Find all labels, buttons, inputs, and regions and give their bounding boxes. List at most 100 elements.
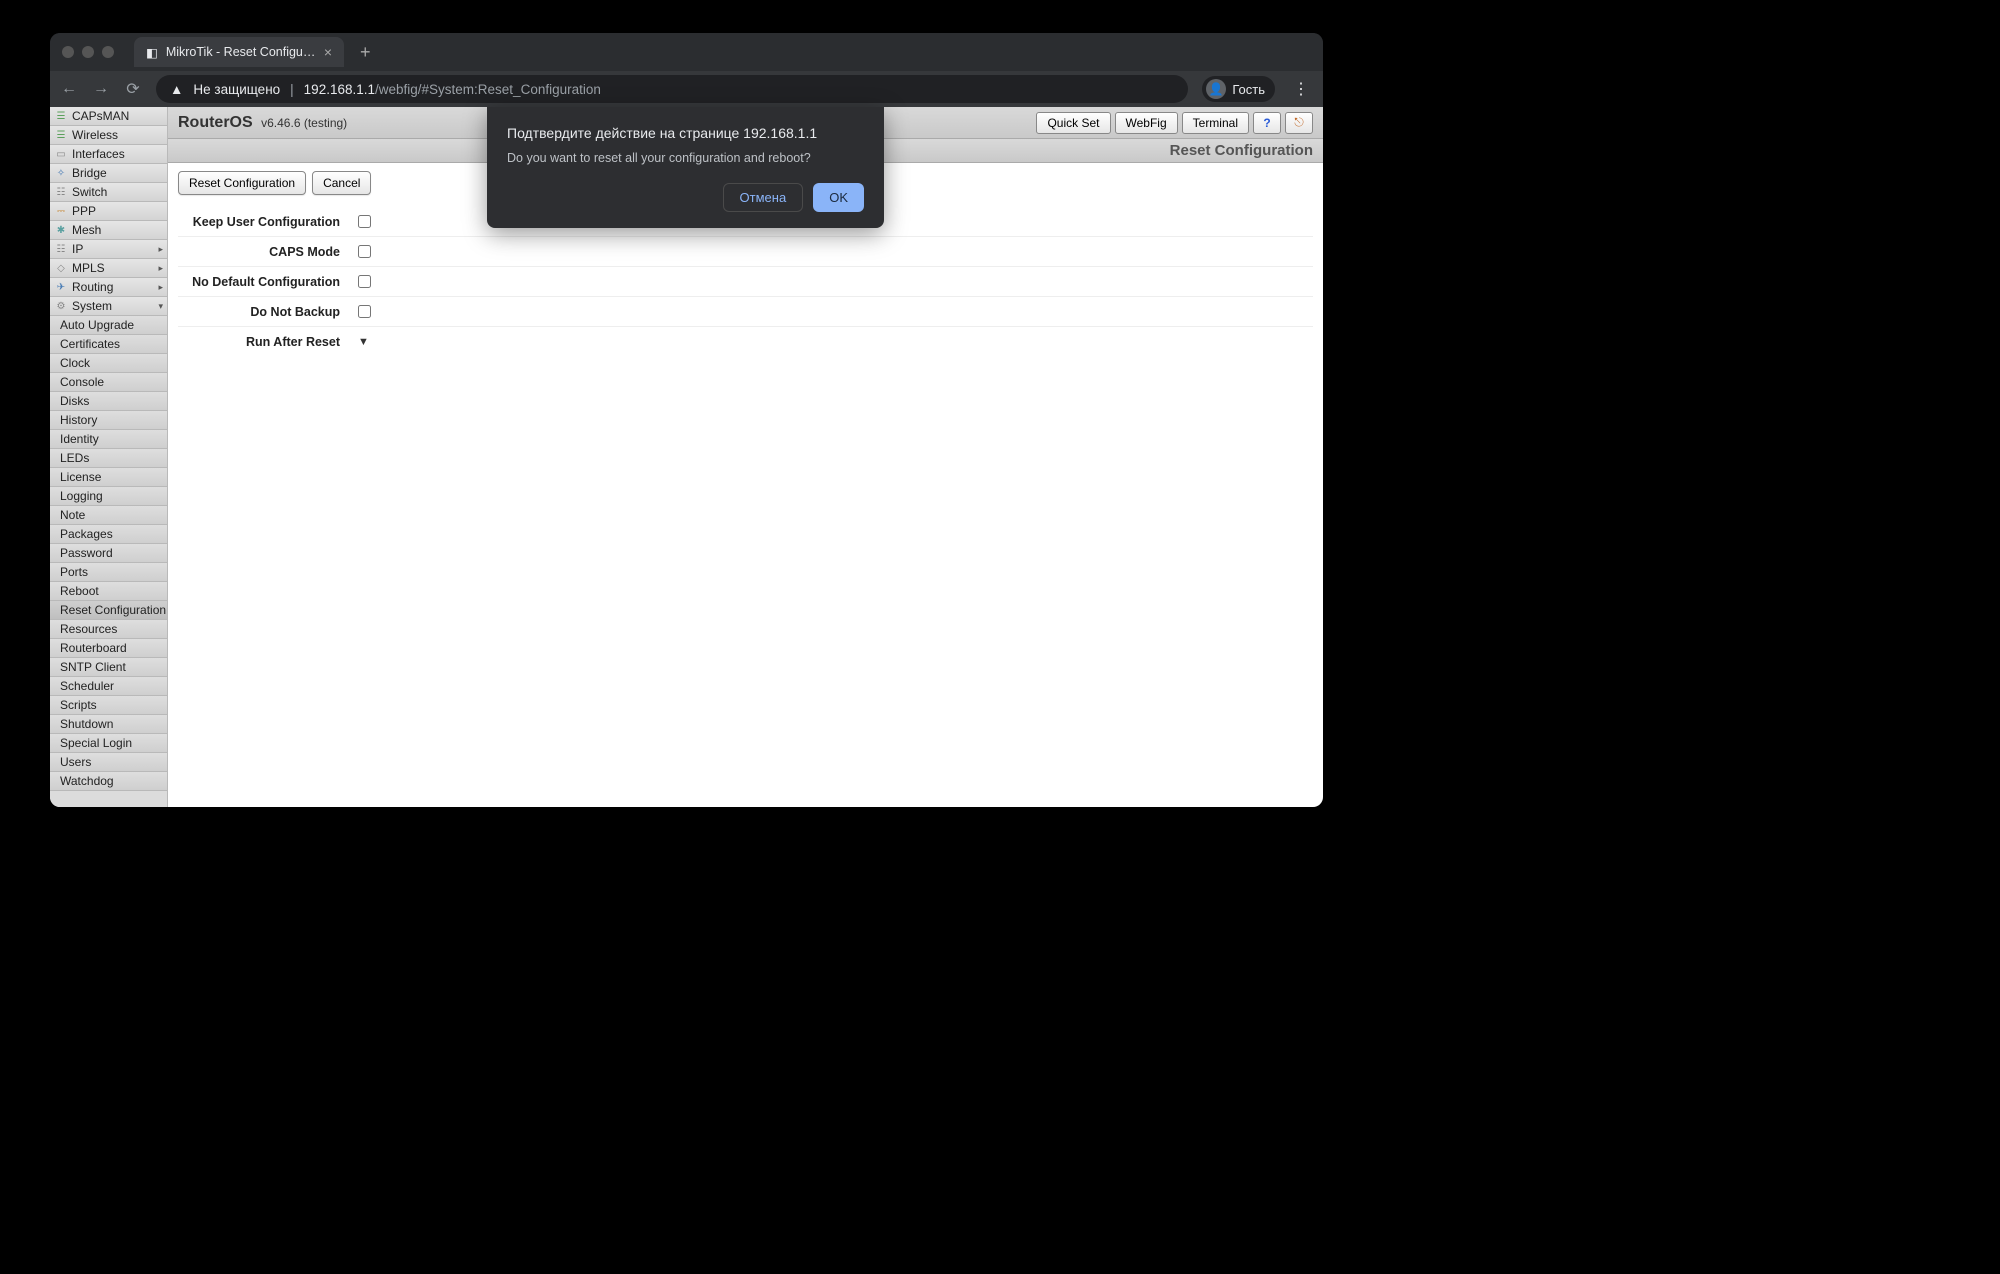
reset-configuration-button[interactable]: Reset Configuration <box>178 171 306 195</box>
maximize-window[interactable] <box>102 46 114 58</box>
help-button[interactable]: ? <box>1253 112 1281 134</box>
run-after-reset-dropdown[interactable]: ▼ <box>358 336 369 348</box>
do-not-backup-checkbox[interactable] <box>358 305 371 318</box>
sidebar-sub-resources[interactable]: Resources <box>50 620 167 639</box>
sidebar-item-bridge[interactable]: ✧Bridge <box>50 164 167 183</box>
new-tab-button[interactable]: + <box>352 42 379 63</box>
sidebar-item-ip[interactable]: ☷IP▸ <box>50 240 167 259</box>
sidebar-item-label: Routerboard <box>60 641 127 655</box>
antenna-icon: ☰ <box>54 109 68 123</box>
sidebar-sub-console[interactable]: Console <box>50 373 167 392</box>
page: ☰CAPsMAN ☰Wireless ▭Interfaces ✧Bridge ☷… <box>50 107 1323 807</box>
sidebar-item-label: PPP <box>72 204 96 218</box>
sidebar-sub-clock[interactable]: Clock <box>50 354 167 373</box>
brand-version: v6.46.6 (testing) <box>261 116 347 130</box>
caps-mode-checkbox[interactable] <box>358 245 371 258</box>
security-warning-icon: ▲ <box>170 82 183 97</box>
row-caps-mode: CAPS Mode <box>178 237 1313 267</box>
sidebar-item-label: Packages <box>60 527 113 541</box>
nav-back-button[interactable]: ← <box>60 80 78 98</box>
sidebar-item-label: Reboot <box>60 584 99 598</box>
address-bar[interactable]: ▲ Не защищено | 192.168.1.1/webfig/#Syst… <box>156 75 1188 103</box>
sidebar-item-label: LEDs <box>60 451 89 465</box>
sidebar-sub-identity[interactable]: Identity <box>50 430 167 449</box>
profile-button[interactable]: 👤 Гость <box>1202 76 1275 102</box>
sidebar-item-label: Password <box>60 546 113 560</box>
sidebar-sub-auto-upgrade[interactable]: Auto Upgrade <box>50 316 167 335</box>
dialog-title: Подтвердите действие на странице 192.168… <box>507 125 864 141</box>
confirm-dialog: Подтвердите действие на странице 192.168… <box>487 107 884 228</box>
sidebar-sub-license[interactable]: License <box>50 468 167 487</box>
browser-tab[interactable]: ◧ MikroTik - Reset Configuration × <box>134 37 344 67</box>
sidebar: ☰CAPsMAN ☰Wireless ▭Interfaces ✧Bridge ☷… <box>50 107 168 807</box>
sidebar-sub-special-login[interactable]: Special Login <box>50 734 167 753</box>
chevron-down-icon: ▾ <box>158 301 163 312</box>
sidebar-item-label: Watchdog <box>60 774 114 788</box>
window-controls[interactable] <box>62 46 114 58</box>
row-do-not-backup: Do Not Backup <box>178 297 1313 327</box>
sidebar-item-label: Switch <box>72 185 107 199</box>
dialog-ok-button[interactable]: OK <box>813 183 864 212</box>
sidebar-item-label: Disks <box>60 394 89 408</box>
sidebar-item-label: System <box>72 299 112 313</box>
sidebar-item-mpls[interactable]: ◇MPLS▸ <box>50 259 167 278</box>
sidebar-sub-packages[interactable]: Packages <box>50 525 167 544</box>
sidebar-sub-note[interactable]: Note <box>50 506 167 525</box>
keep-user-checkbox[interactable] <box>358 215 371 228</box>
wifi-icon: ☰ <box>54 128 68 142</box>
webfig-button[interactable]: WebFig <box>1115 112 1178 134</box>
sidebar-sub-reboot[interactable]: Reboot <box>50 582 167 601</box>
sidebar-item-label: MPLS <box>72 261 105 275</box>
cancel-button[interactable]: Cancel <box>312 171 371 195</box>
window-titlebar: ◧ MikroTik - Reset Configuration × + <box>50 33 1323 71</box>
sidebar-sub-sntp-client[interactable]: SNTP Client <box>50 658 167 677</box>
sidebar-item-interfaces[interactable]: ▭Interfaces <box>50 145 167 164</box>
sidebar-sub-scheduler[interactable]: Scheduler <box>50 677 167 696</box>
sidebar-sub-ports[interactable]: Ports <box>50 563 167 582</box>
dialog-cancel-button[interactable]: Отмена <box>723 183 804 212</box>
nav-forward-button[interactable]: → <box>92 80 110 98</box>
gear-icon: ⚙ <box>54 299 68 313</box>
tab-close-icon[interactable]: × <box>324 44 332 60</box>
sidebar-item-system[interactable]: ⚙ System ▾ <box>50 297 167 316</box>
sidebar-item-ppp[interactable]: ⎓PPP <box>50 202 167 221</box>
sidebar-item-label: Scripts <box>60 698 97 712</box>
sidebar-item-label: Shutdown <box>60 717 113 731</box>
quickset-button[interactable]: Quick Set <box>1036 112 1110 134</box>
sidebar-sub-users[interactable]: Users <box>50 753 167 772</box>
sidebar-item-switch[interactable]: ☷Switch <box>50 183 167 202</box>
sidebar-item-label: Resources <box>60 622 117 636</box>
sidebar-sub-shutdown[interactable]: Shutdown <box>50 715 167 734</box>
sidebar-item-wireless[interactable]: ☰Wireless <box>50 126 167 145</box>
button-label: Quick Set <box>1047 116 1099 130</box>
sidebar-sub-routerboard[interactable]: Routerboard <box>50 639 167 658</box>
minimize-window[interactable] <box>82 46 94 58</box>
sidebar-item-routing[interactable]: ✈Routing▸ <box>50 278 167 297</box>
sidebar-sub-disks[interactable]: Disks <box>50 392 167 411</box>
sidebar-item-label: Mesh <box>72 223 101 237</box>
sidebar-sub-scripts[interactable]: Scripts <box>50 696 167 715</box>
mesh-icon: ✱ <box>54 223 68 237</box>
browser-toolbar: ← → ⟳ ▲ Не защищено | 192.168.1.1/webfig… <box>50 71 1323 107</box>
sidebar-item-mesh[interactable]: ✱ Mesh <box>50 221 167 240</box>
sidebar-sub-leds[interactable]: LEDs <box>50 449 167 468</box>
close-window[interactable] <box>62 46 74 58</box>
chevron-right-icon: ▸ <box>158 282 163 293</box>
sidebar-sub-certificates[interactable]: Certificates <box>50 335 167 354</box>
interfaces-icon: ▭ <box>54 147 68 161</box>
sidebar-sub-password[interactable]: Password <box>50 544 167 563</box>
routing-icon: ✈ <box>54 280 68 294</box>
nav-reload-button[interactable]: ⟳ <box>124 79 142 99</box>
avatar-icon: 👤 <box>1206 79 1226 99</box>
sidebar-sub-history[interactable]: History <box>50 411 167 430</box>
sidebar-sub-reset-configuration[interactable]: Reset Configuration <box>50 601 167 620</box>
ip-icon: ☷ <box>54 242 68 256</box>
sidebar-item-capsman[interactable]: ☰CAPsMAN <box>50 107 167 126</box>
terminal-button[interactable]: Terminal <box>1182 112 1249 134</box>
sidebar-sub-logging[interactable]: Logging <box>50 487 167 506</box>
field-label: Keep User Configuration <box>178 215 358 229</box>
browser-menu-button[interactable]: ⋮ <box>1289 79 1313 99</box>
logout-button[interactable]: ⎋ <box>1285 112 1313 134</box>
no-default-checkbox[interactable] <box>358 275 371 288</box>
sidebar-sub-watchdog[interactable]: Watchdog <box>50 772 167 791</box>
